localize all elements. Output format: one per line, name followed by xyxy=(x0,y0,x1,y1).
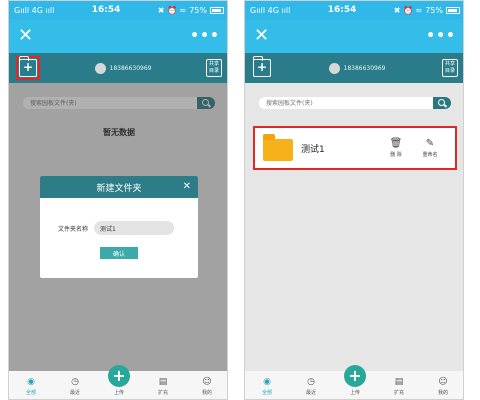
nav-label-recent: 最近 xyxy=(69,390,80,396)
close-icon[interactable]: ✕ xyxy=(18,27,33,45)
nav-label-upload: 上传 xyxy=(349,390,360,396)
more-icon[interactable]: ••• xyxy=(426,28,456,44)
expand-icon: ▤ xyxy=(394,377,404,387)
folder-name-input[interactable] xyxy=(94,221,175,235)
battery-percent: 75% xyxy=(189,5,207,15)
user-area: 18386630969 xyxy=(40,62,206,74)
folder-name: 测试1 xyxy=(301,144,325,155)
dialog-title: 新建文件夹 xyxy=(96,183,142,194)
search-row xyxy=(259,97,451,109)
new-folder-plus: + xyxy=(23,60,34,74)
upload-plus-icon: + xyxy=(344,365,366,387)
share-label-1: 共享 xyxy=(444,61,455,67)
nav-item-recent[interactable]: ◷ 最近 xyxy=(293,377,329,396)
nav-item-expand[interactable]: ▤ 扩充 xyxy=(381,377,417,396)
nav-item-expand[interactable]: ▤ 扩充 xyxy=(145,377,181,396)
folder-icon xyxy=(263,134,293,161)
share-label-2: 目录 xyxy=(444,68,455,74)
folder-name-row: 文件夹名称 xyxy=(58,221,175,235)
folder-list-item[interactable]: 测试1 🗑 删 除 ✎ 重命名 xyxy=(253,126,457,170)
status-time: 16:54 xyxy=(91,5,121,15)
nav-label-mine: 我的 xyxy=(201,390,212,396)
expand-icon: ▤ xyxy=(158,377,168,387)
nav-item-mine[interactable]: ☺ 我的 xyxy=(189,377,225,396)
new-folder-icon: + xyxy=(252,56,271,77)
rename-button[interactable]: ✎ 重命名 xyxy=(413,138,447,158)
avatar xyxy=(94,62,106,74)
carrier-label: Gııll 4G ııll xyxy=(250,5,291,15)
share-label-1: 共享 xyxy=(208,61,219,67)
share-label-2: 目录 xyxy=(208,68,219,74)
status-icons-glyphs: ✖ ⏰ ≈ xyxy=(157,5,187,15)
upload-plus-icon: + xyxy=(108,365,130,387)
nav-item-mine[interactable]: ☺ 我的 xyxy=(425,377,461,396)
phone-label: 18386630969 xyxy=(109,64,152,72)
nav-label-mine: 我的 xyxy=(437,390,448,396)
status-time: 16:54 xyxy=(327,5,357,15)
status-icons-glyphs: ✖ ⏰ ≈ xyxy=(393,5,423,15)
more-icon[interactable]: ••• xyxy=(190,28,220,44)
dialog-header: 新建文件夹 ✕ xyxy=(40,176,198,198)
carrier-label: Gııll 4G ııll xyxy=(14,5,55,15)
right-screen: Gııll 4G ııll 16:54 ✖ ⏰ ≈ 75% ✕ ••• + 18… xyxy=(244,0,464,400)
search-input[interactable] xyxy=(259,97,433,109)
header-bar: ✕ ••• xyxy=(9,19,227,53)
delete-button[interactable]: 🗑 删 除 xyxy=(379,138,413,158)
battery-icon xyxy=(210,6,224,14)
new-folder-button[interactable]: + xyxy=(252,56,272,78)
status-icons: ✖ ⏰ ≈ 75% xyxy=(394,6,460,15)
pencil-icon: ✎ xyxy=(425,138,435,149)
nav-label-recent: 最近 xyxy=(305,390,316,396)
user-icon: ☺ xyxy=(438,377,448,387)
battery-percent: 75% xyxy=(425,5,443,15)
bottom-nav: ◉ 全部 ◷ 最近 + 上传 ▤ 扩充 ☺ 我的 xyxy=(9,365,227,399)
close-icon[interactable]: ✕ xyxy=(254,27,269,45)
nav-item-upload[interactable]: + 上传 xyxy=(337,365,373,396)
new-folder-button[interactable]: + xyxy=(16,56,40,80)
phone-label: 18386630969 xyxy=(343,64,386,72)
left-screen: Gııll 4G ııll 16:54 ✖ ⏰ ≈ 75% ✕ ••• + 18… xyxy=(8,0,228,400)
nav-label-upload: 上传 xyxy=(113,390,124,396)
nav-label-all: 全部 xyxy=(25,390,36,396)
new-folder-dialog: 新建文件夹 ✕ 文件夹名称 确认 xyxy=(40,176,198,278)
header-bar: ✕ ••• xyxy=(245,19,463,53)
toolbar: + 18386630969 共享 目录 xyxy=(245,53,463,83)
user-icon: ☺ xyxy=(202,377,212,387)
share-directory-button[interactable]: 共享 目录 xyxy=(206,59,222,77)
toolbar: + 18386630969 共享 目录 xyxy=(9,53,227,83)
status-bar: Gııll 4G ııll 16:54 ✖ ⏰ ≈ 75% xyxy=(9,1,227,19)
user-area: 18386630969 xyxy=(272,62,442,74)
new-folder-icon: + xyxy=(18,56,37,77)
delete-label: 删 除 xyxy=(390,152,402,158)
new-folder-plus: + xyxy=(257,60,268,74)
trash-icon: 🗑 xyxy=(389,138,403,149)
all-files-icon: ◉ xyxy=(27,377,35,387)
nav-item-upload[interactable]: + 上传 xyxy=(101,365,137,396)
nav-item-all[interactable]: ◉ 全部 xyxy=(13,377,49,396)
folder-name-label: 文件夹名称 xyxy=(58,225,89,233)
nav-item-all[interactable]: ◉ 全部 xyxy=(249,377,285,396)
search-icon[interactable] xyxy=(433,97,451,109)
dialog-close-icon[interactable]: ✕ xyxy=(183,181,191,192)
all-files-icon: ◉ xyxy=(263,377,271,387)
clock-icon: ◷ xyxy=(307,377,315,387)
battery-icon xyxy=(446,6,460,14)
avatar xyxy=(328,62,340,74)
clock-icon: ◷ xyxy=(71,377,79,387)
status-icons: ✖ ⏰ ≈ 75% xyxy=(158,6,224,15)
rename-label: 重命名 xyxy=(422,152,438,158)
share-directory-button[interactable]: 共享 目录 xyxy=(442,59,458,77)
nav-label-expand: 扩充 xyxy=(393,390,404,396)
nav-label-all: 全部 xyxy=(261,390,272,396)
nav-label-expand: 扩充 xyxy=(157,390,168,396)
status-bar: Gııll 4G ııll 16:54 ✖ ⏰ ≈ 75% xyxy=(245,1,463,19)
bottom-nav: ◉ 全部 ◷ 最近 + 上传 ▤ 扩充 ☺ 我的 xyxy=(245,365,463,399)
confirm-button[interactable]: 确认 xyxy=(100,247,138,259)
nav-item-recent[interactable]: ◷ 最近 xyxy=(57,377,93,396)
